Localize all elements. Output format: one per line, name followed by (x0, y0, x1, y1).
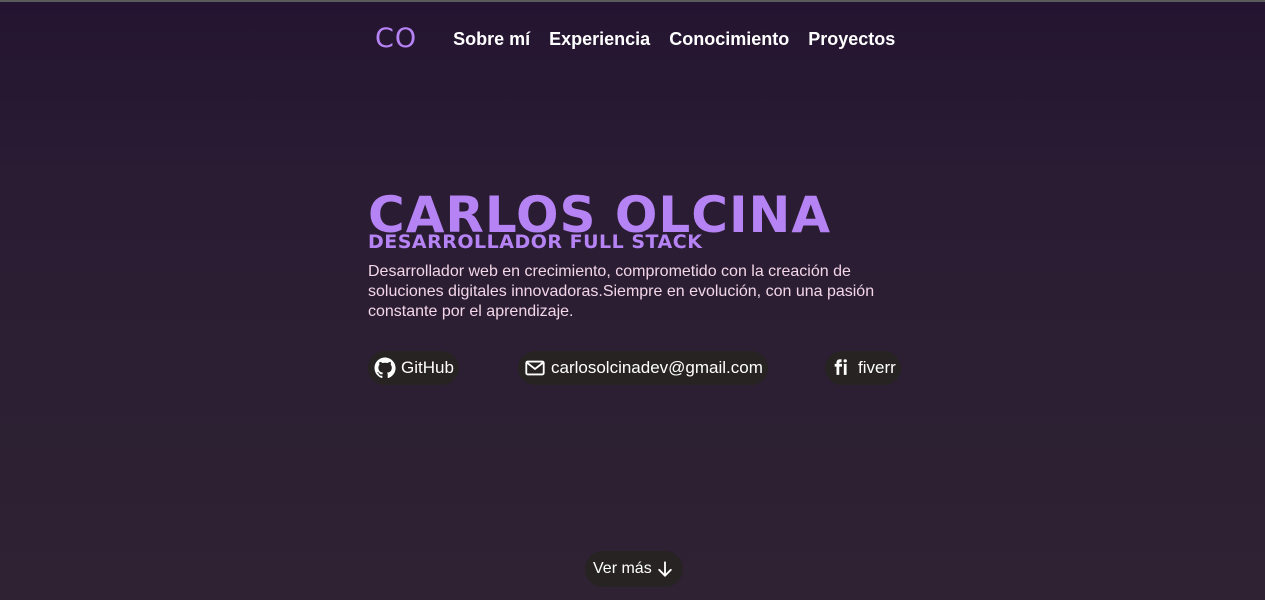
fiverr-icon (830, 356, 854, 380)
ver-mas-button[interactable]: Ver más (585, 551, 683, 587)
nav-link-proyectos[interactable]: Proyectos (808, 24, 895, 54)
email-label: carlosolcinadev@gmail.com (551, 358, 763, 377)
github-label: GitHub (401, 358, 454, 377)
logo[interactable]: CO (375, 24, 417, 54)
fiverr-link[interactable]: fiverr (825, 351, 901, 385)
nav-links: Sobre mí Experiencia Conocimiento Proyec… (453, 24, 914, 54)
nav-link-conocimiento[interactable]: Conocimiento (669, 24, 789, 54)
nav-link-sobre-mi[interactable]: Sobre mí (453, 24, 530, 54)
hero-description: Desarrollador web en crecimiento, compro… (368, 263, 875, 320)
nav-link-experiencia[interactable]: Experiencia (549, 24, 650, 54)
mail-icon (523, 356, 547, 380)
email-link[interactable]: carlosolcinadev@gmail.com (518, 351, 768, 385)
github-link[interactable]: GitHub (368, 351, 459, 385)
fiverr-label: fiverr (858, 358, 896, 377)
social-links: GitHub carlosolcinadev@gmail.com fiverr (368, 351, 903, 385)
hero-section: CARLOS OLCINA DESARROLLADOR FULL STACK D… (368, 188, 908, 322)
arrow-down-icon (655, 559, 675, 579)
ver-mas-label: Ver más (593, 560, 652, 577)
github-icon (373, 356, 397, 380)
top-nav: CO Sobre mí Experiencia Conocimiento Pro… (375, 24, 914, 54)
